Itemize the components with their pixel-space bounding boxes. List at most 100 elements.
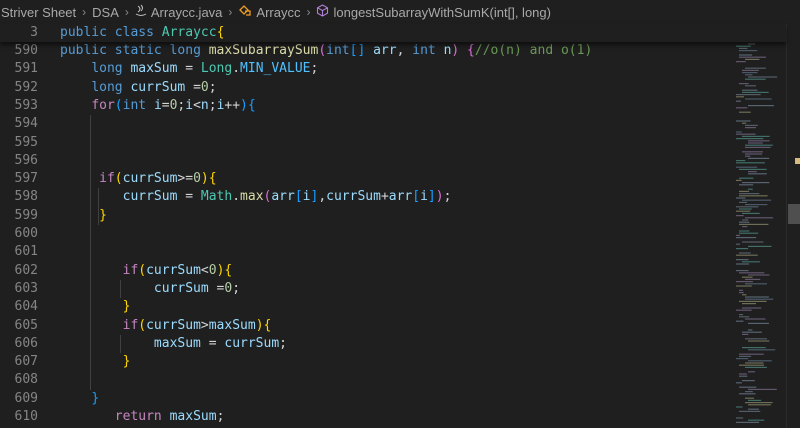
minimap-line — [742, 151, 763, 153]
code-line-content[interactable]: if(currSum>=0){ — [60, 170, 216, 188]
code-line-content[interactable]: maxSum = currSum; — [60, 335, 287, 353]
line-number: 3 — [30, 25, 38, 40]
code-line-content[interactable]: } — [60, 353, 131, 371]
code-line-content[interactable]: if(currSum<0){ — [60, 262, 233, 280]
code-token: > — [200, 317, 209, 333]
minimap-line — [748, 188, 753, 190]
code-line[interactable]: 598 currSum = Math.max(arr[i],currSum+ar… — [0, 188, 786, 206]
breadcrumb-label: longestSubarrayWithSumK(int[], long) — [333, 5, 551, 20]
minimap-line — [739, 355, 752, 357]
minimap-line — [742, 91, 769, 93]
code-line[interactable]: 592 long currSum =0; — [0, 79, 786, 97]
vertical-scrollbar[interactable] — [786, 24, 800, 428]
code-line-content[interactable]: } — [60, 207, 107, 225]
minimap-line — [748, 245, 772, 247]
minimap[interactable] — [730, 24, 786, 428]
minimap-line — [736, 138, 764, 140]
code-line[interactable]: 608 — [0, 371, 786, 389]
code-line-content[interactable]: currSum = Math.max(arr[i],currSum+arr[i]… — [60, 188, 452, 206]
code-token: = — [200, 335, 225, 351]
breadcrumb-item[interactable]: Arraycc — [237, 4, 301, 20]
code-token: } — [91, 390, 100, 406]
code-line[interactable]: 610 return maxSum; — [0, 408, 786, 426]
code-token: MIN_VALUE — [240, 61, 311, 77]
code-line-content[interactable]: public class Arraycc{ — [60, 24, 224, 42]
minimap-line — [742, 135, 770, 137]
minimap-canvas — [736, 28, 778, 423]
code-line[interactable]: 597 if(currSum>=0){ — [0, 170, 786, 188]
code-line[interactable]: 601 — [0, 243, 786, 261]
code-token: + — [380, 189, 389, 205]
minimap-line — [748, 371, 755, 373]
indent-guide — [120, 279, 121, 299]
minimap-line — [736, 309, 752, 311]
code-token: int — [122, 97, 154, 113]
minimap-line — [748, 340, 770, 342]
minimap-line — [745, 397, 755, 399]
code-line[interactable]: 604 } — [0, 298, 786, 316]
minimap-line — [739, 316, 750, 318]
code-line[interactable]: 591 long maxSum = Long.MIN_VALUE; — [0, 60, 786, 78]
code-line[interactable]: 600 — [0, 225, 786, 243]
minimap-line — [745, 283, 768, 285]
code-line[interactable]: 596 — [0, 152, 786, 170]
code-line-content[interactable]: public static long maxSubarraySum(int[] … — [60, 42, 592, 60]
minimap-line — [739, 54, 753, 56]
breadcrumb-label: Striver Sheet — [1, 4, 77, 20]
minimap-line — [739, 83, 749, 85]
minimap-line — [748, 142, 763, 144]
code-token: ; — [208, 97, 217, 113]
code-line-content[interactable]: for(int i=0;i<n;i++){ — [60, 97, 255, 115]
line-number: 596 — [14, 152, 38, 168]
code-line[interactable]: 603 currSum =0; — [0, 280, 786, 298]
breadcrumb-item[interactable]: DSA — [91, 5, 120, 20]
code-line[interactable]: 606 maxSum = currSum; — [0, 335, 786, 353]
minimap-line — [736, 285, 752, 287]
code-line[interactable]: 609 } — [0, 390, 786, 408]
code-token: = — [185, 79, 201, 95]
minimap-line — [748, 157, 770, 159]
sticky-scroll-line[interactable]: 3 public class Arraycc{ — [0, 24, 786, 42]
breadcrumb-item[interactable]: Striver Sheet — [0, 5, 77, 20]
code-token: >= — [177, 171, 194, 187]
code-token: [ — [412, 189, 421, 205]
code-line[interactable]: 602 if(currSum<0){ — [0, 262, 786, 280]
code-line-content[interactable]: } — [60, 298, 131, 316]
code-token: currSum — [146, 262, 201, 278]
code-editor[interactable]: 590 public static long maxSubarraySum(int… — [0, 42, 786, 428]
code-line[interactable]: 599 } — [0, 207, 786, 225]
code-line[interactable]: 595 — [0, 134, 786, 152]
code-line[interactable]: 605 if(currSum>maxSum){ — [0, 317, 786, 335]
line-number: 606 — [14, 335, 38, 351]
code-token: . — [232, 189, 241, 205]
breadcrumb-item[interactable]: longestSubarrayWithSumK(int[], long) — [315, 4, 551, 20]
code-line-content[interactable]: return maxSum; — [60, 408, 225, 426]
code-line[interactable]: 590 public static long maxSubarraySum(int… — [0, 42, 786, 60]
code-line[interactable]: 593 for(int i=0;i<n;i++){ — [0, 97, 786, 115]
code-line-content[interactable]: } — [60, 390, 99, 408]
method-icon — [316, 4, 329, 20]
code-token: ){ — [255, 317, 272, 333]
minimap-line — [736, 281, 753, 283]
minimap-line — [742, 219, 749, 221]
code-token: int — [412, 43, 444, 58]
minimap-line — [736, 162, 765, 164]
code-line-content[interactable]: if(currSum>maxSum){ — [60, 317, 272, 335]
scroll-thumb[interactable] — [788, 204, 800, 224]
code-line[interactable]: 607 } — [0, 353, 786, 371]
code-token: ) — [451, 43, 468, 58]
minimap-line — [742, 241, 764, 243]
chevron-right-icon: › — [124, 5, 129, 19]
code-line-content[interactable]: long maxSum = Long.MIN_VALUE; — [60, 60, 318, 78]
breadcrumb-item[interactable]: Arraycc.java — [134, 4, 224, 20]
minimap-line — [736, 320, 744, 322]
minimap-line — [739, 353, 764, 355]
code-line[interactable]: 594 — [0, 115, 786, 133]
code-line-content[interactable]: long currSum =0; — [60, 79, 216, 97]
minimap-line — [745, 85, 756, 87]
code-line-content[interactable]: currSum =0; — [60, 280, 240, 298]
